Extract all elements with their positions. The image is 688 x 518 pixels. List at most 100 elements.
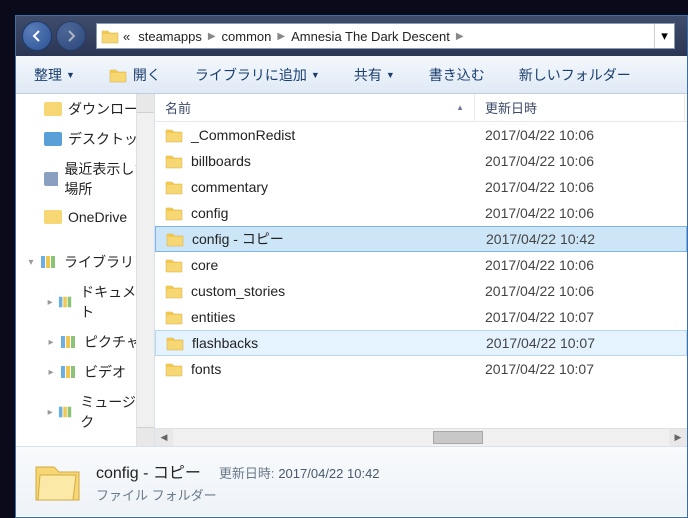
file-name: entities (191, 309, 235, 325)
explorer-window: « steamapps ▶ common ▶ Amnesia The Dark … (15, 15, 688, 518)
sidebar-item[interactable]: ▸ ピクチャ (16, 327, 154, 357)
folder-large-icon (32, 457, 82, 507)
sort-asc-icon: ▲ (456, 103, 464, 112)
sidebar: ダウンロードデスクトップ最近表示した場所 OneDrive ▾ ライブラリ ▸ドキ… (16, 94, 155, 446)
recent-icon (44, 171, 58, 187)
chevron-down-icon: ▼ (386, 70, 395, 80)
new-folder-button[interactable]: 新しいフォルダー (511, 61, 639, 89)
onedrive-icon (44, 209, 62, 225)
file-row[interactable]: billboards 2017/04/22 10:06 (155, 148, 687, 174)
file-date: 2017/04/22 10:07 (475, 361, 685, 377)
expand-icon[interactable]: ▸ (44, 297, 56, 308)
folder-icon (165, 153, 183, 169)
folder-icon (165, 257, 183, 273)
folder-icon (101, 27, 119, 45)
file-name: config - コピー (192, 229, 284, 249)
burn-button[interactable]: 書き込む (421, 61, 493, 89)
library-item-icon (58, 294, 74, 310)
sidebar-item[interactable]: 最近表示した場所 (16, 154, 154, 204)
file-row[interactable]: core 2017/04/22 10:06 (155, 252, 687, 278)
file-row[interactable]: fonts 2017/04/22 10:07 (155, 356, 687, 382)
chevron-right-icon[interactable]: ▶ (208, 31, 216, 42)
file-date: 2017/04/22 10:06 (475, 257, 685, 273)
file-date: 2017/04/22 10:06 (475, 127, 685, 143)
folder-icon (165, 205, 183, 221)
folder-icon (166, 231, 184, 247)
chevron-down-icon[interactable]: ▾ (24, 257, 38, 268)
sidebar-scrollbar[interactable] (136, 94, 154, 446)
details-modified-label: 更新日時: (219, 466, 275, 481)
chevron-down-icon: ▼ (66, 70, 75, 80)
expand-icon[interactable]: ▸ (44, 337, 58, 348)
folder-icon (166, 335, 184, 351)
library-icon (40, 254, 58, 270)
file-row[interactable]: config - コピー 2017/04/22 10:42 (155, 226, 687, 252)
expand-icon[interactable]: ▸ (44, 407, 56, 418)
content: ダウンロードデスクトップ最近表示した場所 OneDrive ▾ ライブラリ ▸ドキ… (16, 94, 687, 446)
library-item-icon (60, 334, 78, 350)
sidebar-section-library[interactable]: ▾ ライブラリ (16, 244, 154, 277)
file-name: flashbacks (192, 335, 258, 351)
titlebar: « steamapps ▶ common ▶ Amnesia The Dark … (16, 16, 687, 56)
file-name: core (191, 257, 218, 273)
file-list: 名前▲ 更新日時 _CommonRedist2017/04/22 10:06bi… (155, 94, 687, 446)
file-row[interactable]: custom_stories 2017/04/22 10:06 (155, 278, 687, 304)
address-dropdown[interactable]: ▾ (654, 24, 674, 48)
organize-button[interactable]: 整理▼ (26, 61, 83, 89)
file-name: commentary (191, 179, 268, 195)
expand-icon[interactable]: ▸ (44, 367, 58, 378)
sidebar-item[interactable]: OneDrive (16, 204, 154, 230)
file-row[interactable]: commentary2017/04/22 10:06 (155, 174, 687, 200)
file-row[interactable]: config2017/04/22 10:06 (155, 200, 687, 226)
file-name: billboards (191, 153, 251, 169)
breadcrumb-item[interactable]: Amnesia The Dark Descent (291, 29, 450, 44)
file-date: 2017/04/22 10:06 (475, 283, 685, 299)
file-name: custom_stories (191, 283, 285, 299)
details-type: ファイル フォルダー (96, 485, 380, 504)
details-pane: config - コピー 更新日時: 2017/04/22 10:42 ファイル… (16, 446, 687, 516)
details-modified: 2017/04/22 10:42 (278, 466, 379, 481)
chevron-right-icon[interactable]: ▶ (456, 31, 464, 42)
library-item-icon (58, 404, 74, 420)
sidebar-item[interactable]: デスクトップ (16, 124, 154, 154)
open-button[interactable]: 開く (101, 61, 169, 89)
file-date: 2017/04/22 10:42 (476, 231, 686, 247)
breadcrumb-item[interactable]: common (222, 29, 272, 44)
folder-open-icon (109, 67, 127, 83)
address-bar[interactable]: « steamapps ▶ common ▶ Amnesia The Dark … (96, 23, 675, 49)
breadcrumb-prefix: « (123, 29, 130, 44)
nav-back-button[interactable] (22, 21, 52, 51)
file-date: 2017/04/22 10:07 (476, 335, 686, 351)
scroll-right-button[interactable]: ▶ (669, 429, 687, 446)
file-name: config (191, 205, 228, 221)
scroll-thumb[interactable] (433, 431, 483, 444)
scroll-left-button[interactable]: ◀ (155, 429, 173, 446)
sidebar-item[interactable]: ▸ビデオ (16, 357, 154, 387)
share-button[interactable]: 共有▼ (346, 61, 403, 89)
breadcrumb-item[interactable]: steamapps (138, 29, 202, 44)
library-item-icon (60, 364, 78, 380)
folder-icon (165, 127, 183, 143)
add-library-button[interactable]: ライブラリに追加▼ (187, 61, 328, 89)
file-row[interactable]: flashbacks 2017/04/22 10:07 (155, 330, 687, 356)
nav-forward-button[interactable] (56, 21, 86, 51)
file-name: _CommonRedist (191, 127, 295, 143)
folder-icon (165, 179, 183, 195)
sidebar-item-label: OneDrive (68, 209, 127, 225)
sidebar-item[interactable]: ▸ドキュメント (16, 277, 154, 327)
sidebar-item-label: ピクチャ (84, 332, 140, 352)
desktop-icon (44, 131, 62, 147)
sidebar-item[interactable]: ダウンロード (16, 94, 154, 124)
file-row[interactable]: entities2017/04/22 10:07 (155, 304, 687, 330)
file-date: 2017/04/22 10:06 (475, 153, 685, 169)
chevron-right-icon[interactable]: ▶ (277, 31, 285, 42)
horizontal-scrollbar[interactable]: ◀ ▶ (155, 428, 687, 446)
column-modified[interactable]: 更新日時 (475, 94, 685, 121)
details-name: config - コピー (96, 465, 201, 482)
file-name: fonts (191, 361, 221, 377)
folder-icon (165, 283, 183, 299)
file-row[interactable]: _CommonRedist 2017/04/22 10:06 (155, 122, 687, 148)
sidebar-item[interactable]: ▸ミュージック (16, 387, 154, 437)
download-icon (44, 101, 62, 117)
column-name[interactable]: 名前▲ (155, 94, 475, 121)
